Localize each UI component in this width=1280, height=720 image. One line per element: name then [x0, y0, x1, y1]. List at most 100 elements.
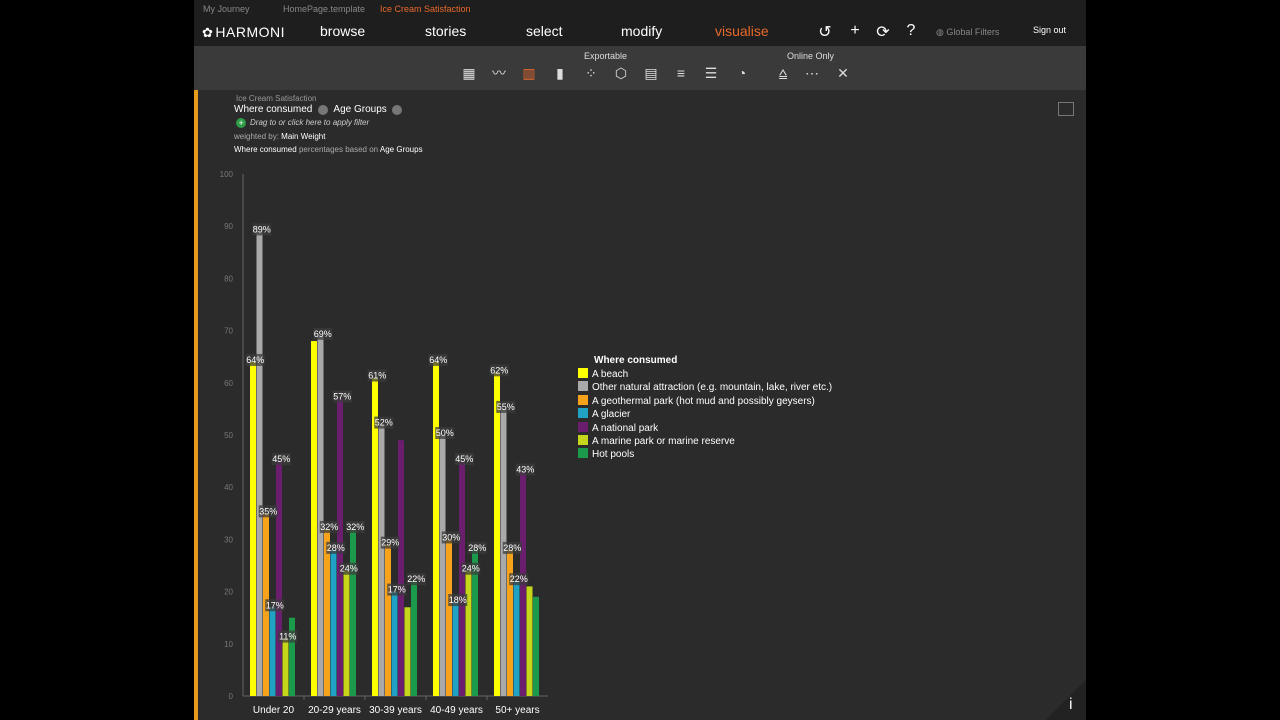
bar — [330, 549, 337, 696]
info-icon[interactable]: i — [1069, 696, 1073, 714]
combo-chart-icon[interactable]: ▤ — [640, 64, 662, 82]
data-label: 62% — [490, 365, 508, 375]
slider-icon[interactable]: ⋯ — [801, 64, 823, 82]
legend-swatch — [578, 368, 588, 378]
data-label: 57% — [333, 391, 351, 401]
global-filters[interactable]: ◍ Global Filters — [936, 27, 999, 38]
data-label: 32% — [320, 522, 338, 532]
y-tick-label: 0 — [229, 692, 234, 701]
globe-icon: ◍ — [936, 27, 947, 37]
app-window: My Journey HomePage.template Ice Cream S… — [194, 0, 1086, 720]
bar — [391, 591, 398, 696]
bar — [494, 372, 500, 696]
bar — [250, 361, 256, 696]
left-panel-handle[interactable] — [194, 90, 198, 720]
breadcrumb-my-journey[interactable]: My Journey — [203, 4, 250, 14]
pie-chart-icon[interactable]: ◔ — [731, 64, 753, 82]
bar — [324, 528, 330, 696]
data-label: 17% — [388, 585, 406, 595]
bar — [317, 335, 324, 696]
nav-select[interactable]: select — [526, 23, 563, 39]
bar-chart-icon[interactable]: ▥ — [518, 64, 540, 82]
data-label: 69% — [314, 329, 332, 339]
online-only-label: Online Only — [787, 51, 835, 61]
remove-row-icon[interactable] — [317, 104, 328, 115]
y-tick-label: 60 — [224, 379, 233, 388]
legend-item[interactable]: Hot pools — [578, 448, 832, 461]
horizontal-bar-icon[interactable]: ≡ — [670, 64, 692, 82]
legend-item[interactable]: Other natural attraction (e.g. mountain,… — [578, 381, 832, 394]
remove-column-icon[interactable] — [392, 104, 403, 115]
row-variable[interactable]: Where consumed — [234, 104, 312, 115]
legend-swatch — [578, 448, 588, 459]
legend-swatch — [578, 434, 588, 445]
axes-icon[interactable]: ✕ — [832, 64, 854, 82]
legend-swatch — [578, 381, 588, 392]
bar — [507, 549, 513, 696]
bar — [350, 528, 356, 696]
column-variable[interactable]: Age Groups — [333, 104, 386, 115]
data-label: 45% — [455, 454, 473, 464]
y-tick-label: 80 — [224, 274, 233, 283]
undo-icon[interactable]: ↺ — [815, 22, 835, 42]
harmoni-logo[interactable]: ✿ HARMONI — [202, 24, 285, 41]
bar — [439, 435, 446, 696]
popout-icon[interactable] — [1058, 102, 1074, 116]
legend-item[interactable]: A geothermal park (hot mud and possibly … — [578, 394, 832, 408]
legend-swatch — [578, 421, 588, 432]
bar — [311, 341, 317, 696]
data-label: 17% — [266, 600, 284, 610]
weight-name[interactable]: Main Weight — [281, 132, 325, 141]
data-label: 61% — [368, 371, 386, 381]
bar — [378, 424, 385, 696]
chart-toolbar: Exportable Online Only ▦ 〰 ▥ ▮ ⁘ ⬡ ▤ ≡ ☰… — [194, 46, 1086, 90]
bar — [459, 461, 465, 696]
bar — [533, 596, 539, 696]
add-filter-icon[interactable]: + — [236, 118, 246, 128]
nav-browse[interactable]: browse — [320, 23, 365, 39]
add-icon[interactable]: + — [845, 22, 865, 40]
refresh-icon[interactable]: ⟳ — [873, 22, 893, 42]
legend-item[interactable]: A marine park or marine reserve — [578, 434, 832, 448]
stacked-bar-icon[interactable]: ▮ — [549, 64, 571, 82]
weighting-info: weighted by: Main Weight — [234, 132, 326, 141]
data-label: 22% — [510, 574, 528, 584]
legend-item[interactable]: A glacier — [578, 408, 832, 421]
sign-out-button[interactable]: Sign out — [1033, 25, 1066, 35]
nav-modify[interactable]: modify — [621, 23, 662, 39]
nav-visualise[interactable]: visualise — [715, 23, 769, 39]
exportable-label: Exportable — [584, 51, 628, 61]
data-label: 28% — [503, 543, 521, 553]
legend-label: A national park — [592, 422, 659, 434]
line-chart-icon[interactable]: 〰 — [488, 64, 510, 82]
breadcrumb-homepage[interactable]: HomePage.template — [283, 4, 365, 14]
data-label: 55% — [497, 402, 515, 412]
stacked-horizontal-icon[interactable]: ☰ — [700, 64, 722, 82]
y-tick-label: 70 — [224, 327, 233, 336]
legend-item[interactable]: A beach — [578, 368, 832, 381]
table-icon[interactable]: ▦ — [458, 64, 480, 82]
pyramid-icon[interactable]: ⩠ — [772, 64, 794, 82]
filter-dropzone[interactable]: + Drag to or click here to apply filter — [236, 118, 423, 128]
help-icon[interactable]: ? — [901, 22, 921, 40]
breadcrumb: My Journey HomePage.template Ice Cream S… — [194, 0, 1086, 18]
legend-label: A geothermal park (hot mud and possibly … — [592, 395, 815, 407]
nav-stories[interactable]: stories — [425, 23, 466, 39]
x-tick-label: 50+ years — [495, 705, 539, 716]
data-label: 24% — [340, 564, 358, 574]
data-label: 32% — [346, 522, 364, 532]
y-tick-label: 10 — [224, 640, 233, 649]
y-tick-label: 50 — [224, 431, 233, 440]
bar — [343, 570, 350, 696]
radar-icon[interactable]: ⬡ — [610, 64, 632, 82]
breadcrumb-study[interactable]: Ice Cream Satisfaction — [380, 4, 471, 14]
bar — [398, 440, 404, 696]
y-tick-label: 20 — [224, 588, 233, 597]
legend-label: A glacier — [592, 409, 631, 421]
data-label: 50% — [436, 428, 454, 438]
legend-item[interactable]: A national park — [578, 421, 832, 435]
y-tick-label: 90 — [224, 222, 233, 231]
legend-title: Where consumed — [594, 355, 678, 366]
scatter-icon[interactable]: ⁘ — [580, 64, 602, 82]
bar — [513, 581, 520, 696]
